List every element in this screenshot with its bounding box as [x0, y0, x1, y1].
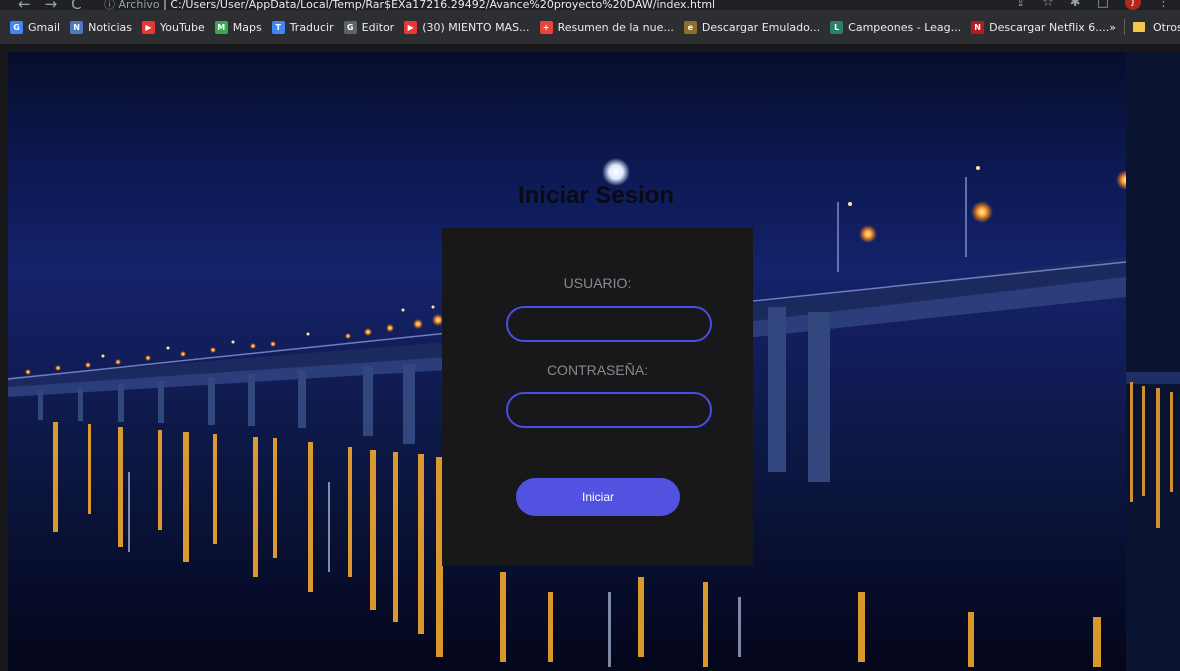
bookmark-item[interactable]: G Editor — [343, 20, 395, 34]
other-bookmarks[interactable]: Otros marcadores — [1153, 21, 1180, 34]
browser-toolbar: ← → C ⓘ Archivo | C:/Users/User/AppData/… — [0, 0, 1180, 10]
emulator-icon: e — [683, 20, 697, 34]
sidepanel-icon[interactable]: □ — [1097, 0, 1109, 10]
toolbar-actions: ⇪ ☆ ✱ □ J ⋮ — [1015, 0, 1170, 10]
bookmark-label: Noticias — [88, 20, 132, 34]
reload-icon[interactable]: C — [71, 0, 81, 10]
address-bar[interactable]: ⓘ Archivo | C:/Users/User/AppData/Local/… — [104, 0, 715, 10]
bookmark-label: Editor — [361, 20, 395, 34]
extension-icon[interactable]: ✱ — [1070, 0, 1081, 10]
username-label: USUARIO: — [563, 275, 632, 291]
profile-avatar[interactable]: J — [1125, 0, 1141, 10]
netflix-icon: N — [971, 20, 985, 34]
password-label: CONTRASEÑA: — [546, 362, 649, 378]
back-icon[interactable]: ← — [18, 0, 31, 10]
bookmark-item[interactable]: + Resumen de la nue... — [539, 20, 674, 34]
login-form: USUARIO: CONTRASEÑA: Iniciar — [442, 228, 753, 566]
google-icon: G — [10, 20, 23, 34]
bookmark-item[interactable]: ▶ (30) MIENTO MAS... — [404, 20, 530, 34]
maps-icon: M — [214, 20, 228, 34]
bookmarks-bar: G Gmail N Noticias ▶ YouTube M Maps T Traducir G Ed… — [0, 10, 1180, 44]
bookmark-label: YouTube — [160, 20, 205, 34]
nav-buttons: ← → C — [18, 0, 82, 10]
page-viewport: Iniciar Sesion USUARIO: CONTRASEÑA: Inic… — [0, 44, 1180, 671]
forward-icon[interactable]: → — [45, 0, 58, 10]
url-text: C:/Users/User/AppData/Local/Temp/Rar$EXa… — [170, 0, 716, 10]
youtube-icon: ▶ — [404, 20, 418, 34]
username-input[interactable] — [506, 306, 712, 342]
password-input[interactable] — [506, 392, 712, 428]
bookmark-label: Traducir — [289, 20, 334, 34]
bookmarks-divider — [1123, 19, 1125, 35]
bookmark-label: Descargar Netflix 6.... — [989, 20, 1110, 34]
bookmark-item[interactable]: ▶ YouTube — [142, 20, 205, 34]
news-icon: N — [70, 20, 84, 34]
youtube-icon: ▶ — [142, 20, 155, 34]
login-button[interactable]: Iniciar — [516, 478, 680, 516]
bookmark-label: Gmail — [28, 20, 61, 34]
bookmark-label: Descargar Emulado... — [701, 20, 821, 34]
bookmark-item[interactable]: T Traducir — [271, 20, 334, 34]
bookmark-item[interactable]: M Maps — [214, 20, 262, 34]
page-title: Iniciar Sesion — [517, 182, 675, 209]
folder-icon — [1132, 22, 1145, 32]
bookmark-item[interactable]: N Noticias — [70, 20, 132, 34]
translate-icon: T — [271, 20, 285, 34]
bookmark-label: Resumen de la nue... — [557, 20, 674, 34]
menu-icon[interactable]: ⋮ — [1157, 0, 1170, 10]
plus-icon: + — [539, 20, 553, 34]
star-icon[interactable]: ☆ — [1042, 0, 1054, 10]
url-scheme: ⓘ Archivo — [104, 0, 160, 10]
bookmark-item[interactable]: e Descargar Emulado... — [683, 20, 821, 34]
bookmark-label: Campeones - Leag... — [848, 20, 962, 34]
bookmarks-overflow-icon[interactable]: » — [1109, 21, 1116, 34]
bookmark-label: Maps — [232, 20, 262, 34]
bookmark-label: (30) MIENTO MAS... — [422, 20, 530, 34]
bookmark-item[interactable]: L Campeones - Leag... — [830, 20, 962, 34]
background-image-edge — [1126, 52, 1180, 671]
league-icon: L — [830, 20, 844, 34]
bookmark-item[interactable]: N Descargar Netflix 6.... — [971, 20, 1110, 34]
share-icon[interactable]: ⇪ — [1015, 0, 1026, 10]
bookmark-item[interactable]: G Gmail — [10, 20, 61, 34]
editor-icon: G — [343, 20, 357, 34]
